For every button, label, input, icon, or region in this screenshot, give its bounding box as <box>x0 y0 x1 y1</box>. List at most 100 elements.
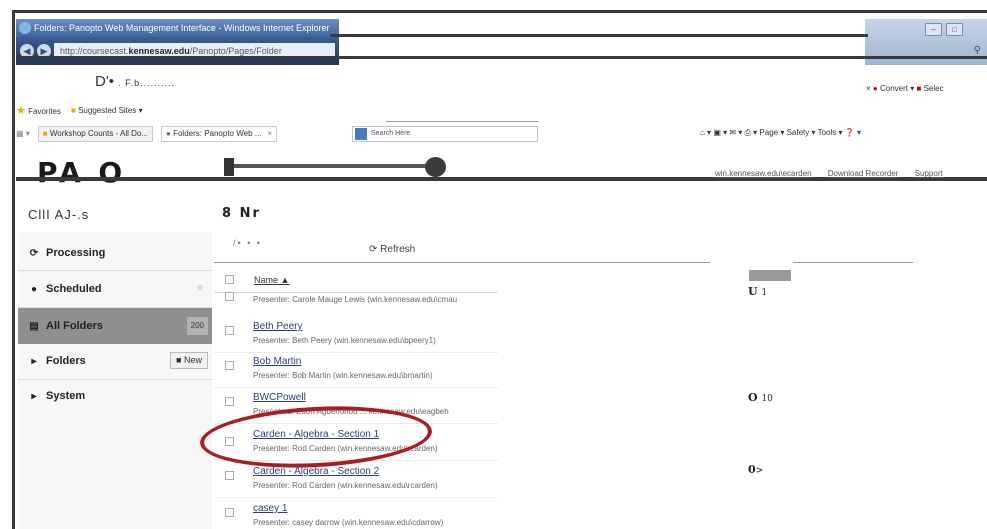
row-checkbox[interactable] <box>225 326 234 335</box>
support-link[interactable]: Support <box>915 169 943 178</box>
session-title[interactable]: Bob Martin <box>253 356 301 367</box>
list-header: Name ▲ <box>214 265 498 293</box>
close-icon[interactable]: × <box>866 84 871 93</box>
sidebar-item-processing[interactable]: ⟳ Processing <box>18 235 212 271</box>
sidebar-heading: CllI AJ-.s <box>28 207 90 222</box>
session-title[interactable]: Carden - Algebra - Section 2 <box>253 466 379 477</box>
convert-icon: ● <box>872 84 878 93</box>
mail-icon[interactable]: ✉ ▾ <box>729 128 742 137</box>
home-icon[interactable]: ⌂ ▾ <box>700 128 711 137</box>
table-row[interactable]: Bob Martin Presenter: Bob Martin (win.ke… <box>214 352 498 388</box>
table-row[interactable]: Carden - Algebra - Section 2 Presenter: … <box>214 462 498 498</box>
maximize-icon[interactable]: □ <box>946 23 963 36</box>
logo-mark <box>234 164 434 168</box>
convert-toolbar: × ● Convert ▾ ■ Selec <box>866 84 944 93</box>
scheduled-count: 0 <box>198 285 202 292</box>
divider <box>330 34 868 37</box>
user-links: win.kennesaw.edu\ecarden Download Record… <box>715 169 957 178</box>
window-title: Folders: Panopto Web Management Interfac… <box>16 19 339 37</box>
session-status: O 10 <box>748 391 773 404</box>
refresh-button[interactable]: ⟳ Refresh <box>369 244 415 255</box>
tab-close-icon[interactable]: × <box>267 129 272 138</box>
tab-folders[interactable]: ● Folders: Panopto Web ... × <box>161 126 278 142</box>
search-placeholder: Search Here <box>371 130 411 137</box>
url-host: kennesaw.edu <box>128 46 190 56</box>
address-fragment: D'• . F.b.......... <box>95 73 175 90</box>
logo-mark <box>224 158 234 176</box>
session-title[interactable]: casey 1 <box>253 503 287 514</box>
sidebar-item-folders[interactable]: ▸ Folders ■ New <box>18 343 212 379</box>
table-row[interactable]: casey 1 Presenter: casey darrow (win.ken… <box>214 499 498 529</box>
browser-tabs: ▦ ▾ ■ Workshop Counts - All Do... ● Fold… <box>16 124 278 144</box>
folders-icon: ▤ <box>29 321 39 332</box>
row-checkbox[interactable] <box>225 292 234 301</box>
refresh-label: Refresh <box>380 244 416 255</box>
convert-button[interactable]: ● Convert ▾ <box>873 84 914 93</box>
quick-tabs-icon[interactable]: ▦ ▾ <box>16 124 30 144</box>
tools-menu[interactable]: Tools ▾ <box>818 128 843 137</box>
session-title[interactable]: BWCPowell <box>253 392 306 403</box>
name-column-header[interactable]: Name ▲ <box>254 275 289 285</box>
divider <box>16 56 987 59</box>
search-input[interactable]: Search Here <box>352 126 538 142</box>
sidebar-item-label: All Folders <box>46 320 103 332</box>
help-icon[interactable]: ❓ ▾ <box>845 128 861 137</box>
row-checkbox[interactable] <box>225 508 234 517</box>
status-main: 0 <box>748 463 756 476</box>
panopto-logo: PA O <box>37 156 127 189</box>
triangle-right-icon: ▸ <box>31 356 37 367</box>
star-icon: ★ <box>16 105 26 117</box>
address-sub: . F.b.......... <box>118 78 176 88</box>
tab-workshop-counts[interactable]: ■ Workshop Counts - All Do... <box>37 126 153 142</box>
tab-label: Workshop Counts - All Do... <box>49 129 148 138</box>
sidebar-item-all-folders[interactable]: ▤ All Folders 200 <box>18 308 212 344</box>
search-icon[interactable]: ⚲ <box>974 45 981 56</box>
minimize-icon[interactable]: – <box>925 23 942 36</box>
suggested-sites-button[interactable]: ■ Suggested Sites ▾ <box>71 102 143 120</box>
new-folder-button[interactable]: ■ New <box>170 352 208 369</box>
safety-menu[interactable]: Safety ▾ <box>787 128 816 137</box>
table-row[interactable]: Beth Peery Presenter: Beth Peery (win.ke… <box>214 317 498 353</box>
session-list: Name ▲ Presenter: Carole Mauge Lewis (wi… <box>214 265 498 529</box>
safety-menu-label: Safety <box>786 128 810 137</box>
row-checkbox[interactable] <box>225 397 234 406</box>
refresh-icon: ⟳ <box>369 244 378 255</box>
divider <box>214 262 710 263</box>
favorites-button[interactable]: ★ Favorites <box>16 102 61 120</box>
suggested-sites-icon: ■ <box>71 106 76 115</box>
page-menu[interactable]: Page ▾ <box>759 128 784 137</box>
logo-mark <box>425 157 446 177</box>
select-icon: ■ <box>916 84 922 93</box>
sidebar: ⟳ Processing ● Scheduled 0 ▤ All Folders 20… <box>18 232 212 529</box>
favorites-bar: ★ Favorites ■ Suggested Sites ▾ <box>16 102 143 120</box>
sidebar-item-system[interactable]: ▸ System <box>18 378 212 414</box>
command-bar: ⌂ ▾ ▣ ▾ ✉ ▾ ⎙ ▾ Page ▾ Safety ▾ Tools ▾ … <box>700 126 861 140</box>
session-status: 0> <box>748 463 763 476</box>
panopto-icon: ● <box>166 129 171 138</box>
suggested-sites-label: Suggested Sites <box>78 106 137 115</box>
url-path: /Panopto/Pages/Folder <box>189 46 282 56</box>
select-all-checkbox[interactable] <box>225 275 234 284</box>
divider <box>12 10 15 529</box>
feeds-icon[interactable]: ▣ ▾ <box>713 128 727 137</box>
session-title[interactable]: Beth Peery <box>253 321 302 332</box>
select-button[interactable]: ■ Selec <box>916 84 943 93</box>
download-recorder-link[interactable]: Download Recorder <box>828 169 899 178</box>
session-presenter: Presenter: Carole Mauge Lewis (win.kenne… <box>253 295 458 304</box>
select-label: Selec <box>923 84 944 93</box>
row-checkbox[interactable] <box>225 361 234 370</box>
status-sub: 1 <box>761 288 768 298</box>
folder-icon: ■ <box>176 355 182 365</box>
divider <box>386 121 538 122</box>
page-menu-label: Page <box>759 128 779 137</box>
search-provider-icon <box>355 128 367 140</box>
row-checkbox[interactable] <box>225 471 234 480</box>
sidebar-item-scheduled[interactable]: ● Scheduled 0 <box>18 271 212 307</box>
print-icon[interactable]: ⎙ ▾ <box>745 128 758 137</box>
status-main: U <box>748 285 758 298</box>
divider <box>793 262 913 263</box>
toolbar-fragment: /• • • <box>233 238 262 248</box>
url-prefix: http://coursecast. <box>60 46 129 56</box>
address-text: D'• <box>95 73 114 90</box>
user-link[interactable]: win.kennesaw.edu\ecarden <box>715 169 812 178</box>
